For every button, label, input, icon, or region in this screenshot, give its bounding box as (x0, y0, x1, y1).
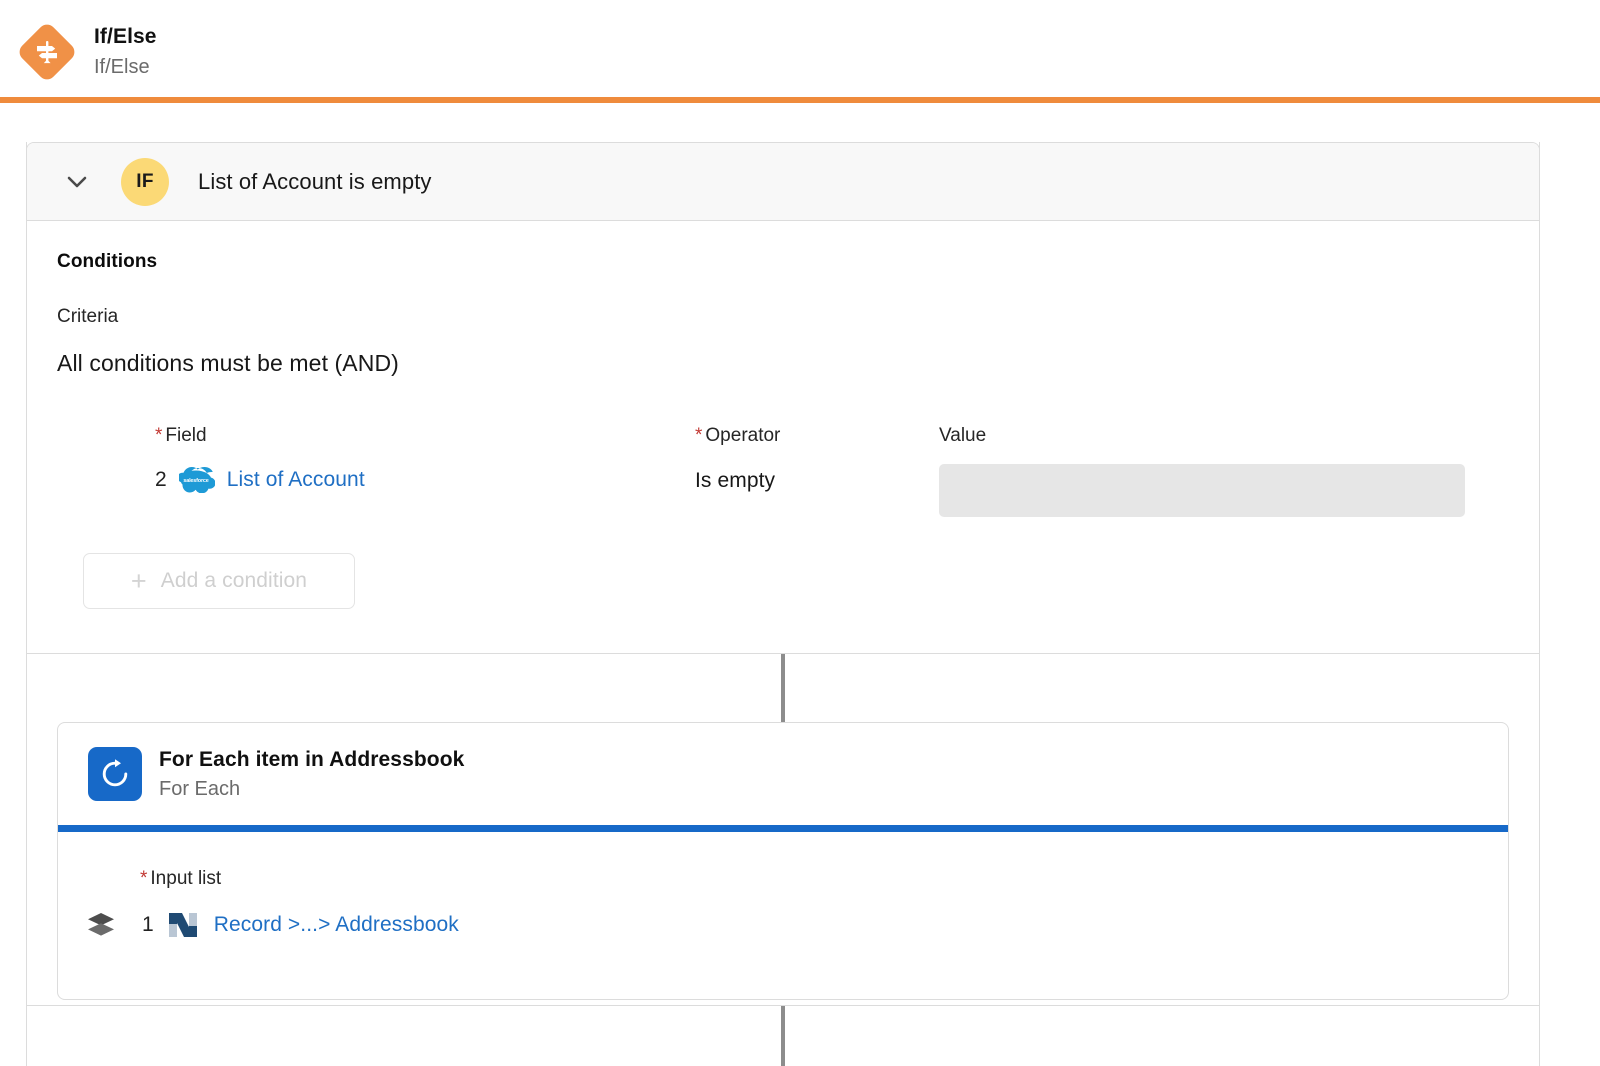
for-each-body: * Input list 1 Record >...> Addressbook (58, 832, 1508, 999)
field-column: * Field 2 salesforce List of Account (155, 425, 365, 493)
for-each-wrap: For Each item in Addressbook For Each * I… (27, 654, 1539, 1000)
required-asterisk: * (155, 425, 163, 446)
salesforce-cloud-icon: salesforce (178, 467, 219, 493)
plus-icon: + (130, 565, 147, 596)
chevron-down-icon[interactable] (57, 162, 97, 202)
field-label: * Field (155, 425, 365, 447)
input-list-label-text: Input list (150, 868, 222, 889)
if-condition-title: List of Account is empty (198, 168, 432, 194)
criteria-label: Criteria (57, 306, 119, 327)
if-branch-card: IF List of Account is empty Conditions C… (26, 142, 1540, 1000)
field-index: 2 (155, 468, 167, 491)
branch-area: For Each item in Addressbook For Each * I… (27, 654, 1539, 1000)
layers-stack-icon (86, 911, 120, 939)
input-list-label: * Input list (140, 868, 221, 890)
for-each-subtitle: For Each (159, 777, 241, 800)
criteria-value: All conditions must be met (AND) (57, 350, 399, 376)
header-accent-rule (0, 97, 1600, 103)
page-subtitle: If/Else (94, 55, 150, 78)
value-label: Value (939, 425, 987, 446)
svg-text:salesforce: salesforce (183, 478, 208, 484)
for-each-accent-rule (58, 825, 1508, 832)
netsuite-n-icon (167, 910, 200, 940)
input-list-index: 1 (142, 913, 154, 936)
value-input[interactable] (939, 464, 1465, 517)
if-else-signpost-icon (15, 20, 79, 83)
field-label-text: Field (165, 425, 207, 446)
if-badge: IF (121, 157, 169, 206)
conditions-heading: Conditions (57, 251, 158, 272)
lower-connector-line (781, 1006, 785, 1066)
operator-column: * Operator Is empty (695, 425, 780, 493)
loop-refresh-icon (88, 747, 142, 801)
if-card-header[interactable]: IF List of Account is empty (27, 143, 1539, 221)
for-each-header[interactable]: For Each item in Addressbook For Each (58, 723, 1508, 825)
required-asterisk: * (140, 868, 148, 889)
add-condition-label: Add a condition (160, 569, 308, 592)
for-each-title: For Each item in Addressbook (159, 747, 465, 771)
input-list-value-link[interactable]: Record >...> Addressbook (214, 913, 459, 937)
field-value-link[interactable]: List of Account (227, 468, 365, 492)
input-list-row: 1 Record >...> Addressbook (86, 910, 459, 940)
value-column: Value (939, 425, 1465, 517)
page-title: If/Else (94, 24, 157, 48)
add-condition-button[interactable]: + Add a condition (83, 553, 355, 609)
lower-branch-area (26, 1006, 1540, 1066)
condition-row: * Field 2 salesforce List of Account * O… (57, 425, 1509, 541)
add-condition-wrap: + Add a condition (57, 553, 1509, 609)
required-asterisk: * (695, 425, 703, 446)
page-header: If/Else If/Else (0, 0, 1600, 103)
conditions-section: Conditions Criteria All conditions must … (27, 221, 1539, 653)
operator-label: * Operator (695, 425, 780, 447)
operator-label-text: Operator (705, 425, 781, 446)
operator-value[interactable]: Is empty (695, 469, 780, 493)
for-each-card: For Each item in Addressbook For Each * I… (57, 722, 1509, 1000)
